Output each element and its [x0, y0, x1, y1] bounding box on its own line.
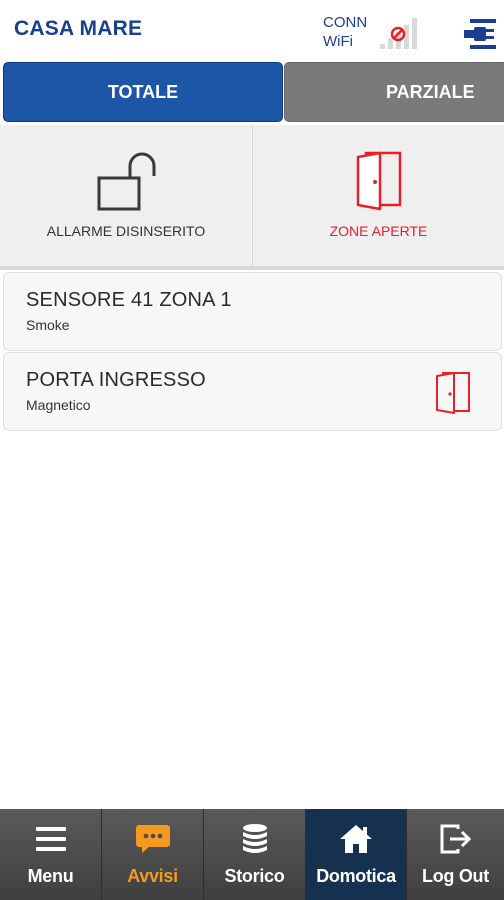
conn-line-2: WiFi	[323, 33, 353, 50]
signal-bars-icon	[380, 18, 417, 49]
site-title: CASA MARE	[14, 17, 143, 40]
sensor-type: Smoke	[26, 317, 70, 333]
nav-label: Avvisi	[127, 866, 178, 886]
sensor-name: SENSORE 41 ZONA 1	[26, 289, 232, 311]
plug-icon[interactable]	[462, 15, 498, 51]
nav-menu[interactable]: Menu	[0, 809, 102, 900]
sensor-type: Magnetico	[26, 397, 91, 413]
chat-bubble-icon	[135, 825, 170, 853]
conn-line-1: CONN	[323, 14, 368, 31]
open-zones-button[interactable]: ZONE APERTE	[253, 125, 504, 266]
alarm-status-label: ALLARME DISINSERITO	[46, 223, 206, 239]
sensor-list: SENSORE 41 ZONA 1 Smoke PORTA INGRESSO M…	[3, 272, 502, 432]
nav-label: Storico	[224, 866, 285, 886]
open-door-icon	[356, 151, 402, 211]
bottom-navigation: Menu Avvisi Storico Domotica Log Out	[0, 809, 504, 900]
open-door-icon	[436, 372, 470, 414]
nav-avvisi[interactable]: Avvisi	[102, 809, 204, 900]
nav-label: Domotica	[316, 866, 396, 886]
list-item[interactable]: PORTA INGRESSO Magnetico	[3, 352, 502, 431]
open-zones-label: ZONE APERTE	[329, 223, 428, 239]
nav-label: Log Out	[422, 866, 489, 886]
connection-status-text: CONN WiFi	[323, 13, 367, 51]
nav-storico[interactable]: Storico	[204, 809, 306, 900]
nav-domotica[interactable]: Domotica	[306, 809, 407, 900]
unlocked-padlock-icon	[97, 152, 156, 211]
status-panel: ALLARME DISINSERITO ZONE APERTE	[0, 125, 504, 270]
alarm-status-button[interactable]: ALLARME DISINSERITO	[0, 125, 253, 266]
nav-label: Menu	[27, 866, 74, 886]
tab-totale[interactable]: TOTALE	[3, 62, 283, 122]
sensor-name: PORTA INGRESSO	[26, 369, 206, 391]
tab-parziale[interactable]: PARZIALE	[284, 62, 504, 122]
hamburger-menu-icon	[35, 827, 66, 851]
list-item[interactable]: SENSORE 41 ZONA 1 Smoke	[3, 272, 502, 351]
logout-icon	[440, 824, 471, 854]
database-icon	[242, 824, 267, 853]
home-icon	[340, 825, 372, 853]
app-header: CASA MARE CONN WiFi	[0, 0, 504, 60]
nav-logout[interactable]: Log Out	[407, 809, 504, 900]
arming-mode-tabs: TOTALE PARZIALE	[0, 62, 504, 122]
